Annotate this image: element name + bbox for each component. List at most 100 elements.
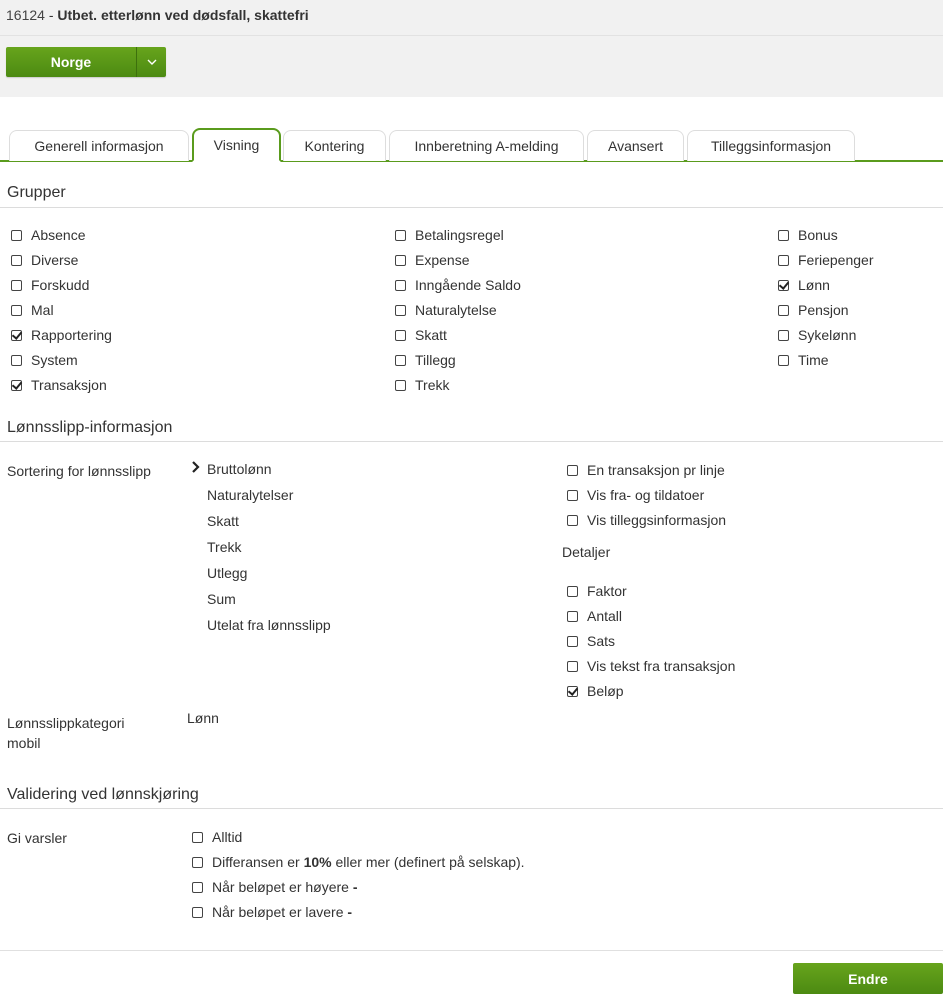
- checkbox[interactable]: [192, 881, 203, 893]
- checkbox[interactable]: [395, 229, 406, 241]
- checkbox-label: Differansen er 10% eller mer (definert p…: [212, 854, 525, 870]
- checkbox-checked[interactable]: [11, 329, 22, 341]
- tab-bar: Generell informasjon Visning Kontering I…: [0, 128, 943, 162]
- detail-checkbox-antall[interactable]: Antall: [567, 608, 622, 624]
- checkbox-label: Sykelønn: [798, 327, 857, 343]
- group-checkbox-diverse[interactable]: Diverse: [11, 252, 78, 268]
- sort-label: Sortering for lønnsslipp: [7, 463, 151, 479]
- group-checkbox-expense[interactable]: Expense: [395, 252, 469, 268]
- group-checkbox-betalingsregel[interactable]: Betalingsregel: [395, 227, 504, 243]
- sort-item-bruttolonn[interactable]: Bruttolønn: [207, 461, 272, 477]
- warn-option-lavere[interactable]: Når beløpet er lavere -: [192, 904, 352, 920]
- checkbox[interactable]: [11, 254, 22, 266]
- detail-checkbox-belop[interactable]: Beløp: [567, 683, 624, 699]
- checkbox[interactable]: [567, 610, 578, 622]
- checkbox-label: Bonus: [798, 227, 838, 243]
- group-checkbox-rapportering[interactable]: Rapportering: [11, 327, 112, 343]
- detail-checkbox-sats[interactable]: Sats: [567, 633, 615, 649]
- checkbox-label: Vis tekst fra transaksjon: [587, 658, 736, 674]
- country-dropdown-button[interactable]: [137, 47, 166, 77]
- checkbox[interactable]: [567, 660, 578, 672]
- group-checkbox-forskudd[interactable]: Forskudd: [11, 277, 89, 293]
- sort-item-trekk[interactable]: Trekk: [207, 539, 241, 555]
- sort-item-utlegg[interactable]: Utlegg: [207, 565, 247, 581]
- checkbox-checked[interactable]: [778, 279, 789, 291]
- checkbox[interactable]: [778, 354, 789, 366]
- edit-button[interactable]: Endre: [793, 963, 943, 994]
- tab-tilleggsinformasjon[interactable]: Tilleggsinformasjon: [687, 130, 855, 161]
- section-title-payslip: Lønnsslipp-informasjon: [7, 419, 173, 436]
- group-checkbox-sykelonn[interactable]: Sykelønn: [778, 327, 856, 343]
- checkbox-label: En transaksjon pr linje: [587, 462, 725, 478]
- group-checkbox-tillegg[interactable]: Tillegg: [395, 352, 456, 368]
- checkbox[interactable]: [11, 304, 22, 316]
- tab-visning[interactable]: Visning: [192, 128, 281, 162]
- checkbox[interactable]: [778, 329, 789, 341]
- group-checkbox-system[interactable]: System: [11, 352, 78, 368]
- checkbox[interactable]: [192, 906, 203, 918]
- checkbox-checked[interactable]: [11, 379, 22, 391]
- checkbox[interactable]: [395, 254, 406, 266]
- group-checkbox-inngaende-saldo[interactable]: Inngående Saldo: [395, 277, 521, 293]
- checkbox-label: Rapportering: [31, 327, 112, 343]
- checkbox-label: Antall: [587, 608, 623, 624]
- checkbox[interactable]: [395, 379, 406, 391]
- group-checkbox-transaksjon[interactable]: Transaksjon: [11, 377, 107, 393]
- checkbox[interactable]: [778, 229, 789, 241]
- detail-checkbox-faktor[interactable]: Faktor: [567, 583, 627, 599]
- warn-option-alltid[interactable]: Alltid: [192, 829, 242, 845]
- checkbox-label: Betalingsregel: [415, 227, 504, 243]
- sort-item-sum[interactable]: Sum: [207, 591, 236, 607]
- group-checkbox-absence[interactable]: Absence: [11, 227, 85, 243]
- checkbox[interactable]: [395, 279, 406, 291]
- option-en-transaksjon-pr-linje[interactable]: En transaksjon pr linje: [567, 462, 725, 478]
- group-checkbox-bonus[interactable]: Bonus: [778, 227, 838, 243]
- checkbox[interactable]: [778, 304, 789, 316]
- sort-item-utelat[interactable]: Utelat fra lønnsslipp: [207, 617, 331, 633]
- country-button[interactable]: Norge: [6, 47, 136, 77]
- checkbox[interactable]: [11, 354, 22, 366]
- group-checkbox-feriepenger[interactable]: Feriepenger: [778, 252, 874, 268]
- checkbox-label: Inngående Saldo: [415, 277, 521, 293]
- checkbox[interactable]: [11, 229, 22, 241]
- tab-kontering[interactable]: Kontering: [283, 130, 386, 161]
- checkbox[interactable]: [11, 279, 22, 291]
- checkbox[interactable]: [395, 329, 406, 341]
- checkbox[interactable]: [192, 856, 203, 868]
- group-checkbox-time[interactable]: Time: [778, 352, 829, 368]
- tab-generell-informasjon[interactable]: Generell informasjon: [9, 130, 189, 161]
- group-checkbox-skatt[interactable]: Skatt: [395, 327, 447, 343]
- checkbox-checked[interactable]: [567, 685, 578, 697]
- checkbox[interactable]: [192, 831, 203, 843]
- detail-checkbox-vis-tekst[interactable]: Vis tekst fra transaksjon: [567, 658, 735, 674]
- checkbox-label: Forskudd: [31, 277, 90, 293]
- group-checkbox-lonn[interactable]: Lønn: [778, 277, 830, 293]
- group-checkbox-mal[interactable]: Mal: [11, 302, 54, 318]
- sort-item-naturalytelser[interactable]: Naturalytelser: [207, 487, 293, 503]
- option-vis-fra-og-tildatoer[interactable]: Vis fra- og tildatoer: [567, 487, 704, 503]
- checkbox-label: Lønn: [798, 277, 830, 293]
- label-text: Når beløpet er lavere: [212, 904, 348, 920]
- checkbox-label: Expense: [415, 252, 470, 268]
- tab-avansert[interactable]: Avansert: [587, 130, 684, 161]
- checkbox[interactable]: [567, 514, 578, 526]
- group-checkbox-pensjon[interactable]: Pensjon: [778, 302, 849, 318]
- checkbox-label: Sats: [587, 633, 616, 649]
- warn-option-differanse[interactable]: Differansen er 10% eller mer (definert p…: [192, 854, 525, 870]
- group-checkbox-naturalytelse[interactable]: Naturalytelse: [395, 302, 497, 318]
- checkbox-label: Pensjon: [798, 302, 849, 318]
- checkbox-label: Trekk: [415, 377, 450, 393]
- checkbox-label: Absence: [31, 227, 86, 243]
- group-checkbox-trekk[interactable]: Trekk: [395, 377, 449, 393]
- checkbox[interactable]: [395, 354, 406, 366]
- checkbox[interactable]: [567, 585, 578, 597]
- tab-innberetning-a-melding[interactable]: Innberetning A-melding: [389, 130, 584, 161]
- warn-option-hoyere[interactable]: Når beløpet er høyere -: [192, 879, 358, 895]
- checkbox[interactable]: [778, 254, 789, 266]
- sort-item-skatt[interactable]: Skatt: [207, 513, 239, 529]
- checkbox[interactable]: [567, 489, 578, 501]
- option-vis-tilleggsinformasjon[interactable]: Vis tilleggsinformasjon: [567, 512, 726, 528]
- checkbox[interactable]: [567, 464, 578, 476]
- checkbox[interactable]: [395, 304, 406, 316]
- checkbox[interactable]: [567, 635, 578, 647]
